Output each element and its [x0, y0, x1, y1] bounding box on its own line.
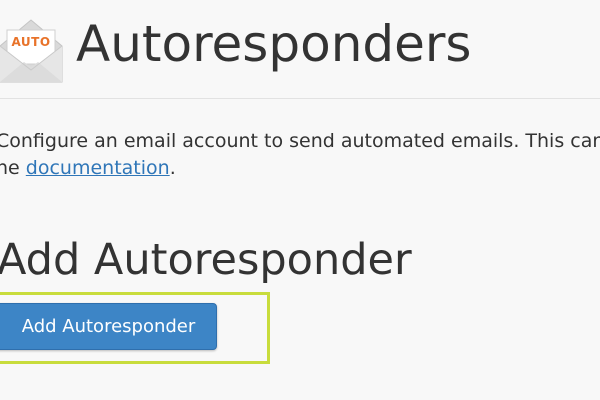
page-header: AUTO Autoresponders [0, 0, 600, 99]
autoresponder-envelope-icon: AUTO [0, 14, 64, 84]
add-autoresponder-button[interactable]: Add Autoresponder [0, 303, 217, 350]
description-line-1: Configure an email account to send autom… [0, 130, 600, 152]
page-title: Autoresponders [76, 15, 472, 73]
header-divider [0, 98, 600, 99]
description-line-2-suffix: . [169, 157, 176, 179]
description-line-2-prefix: he [0, 157, 20, 179]
page-description: Configure an email account to send autom… [0, 128, 600, 182]
section-title-add-autoresponder: Add Autoresponder [0, 235, 412, 285]
auto-label: AUTO [11, 35, 51, 49]
documentation-link[interactable]: documentation [26, 157, 170, 179]
page: AUTO Autoresponders Configure an email a… [0, 0, 600, 400]
